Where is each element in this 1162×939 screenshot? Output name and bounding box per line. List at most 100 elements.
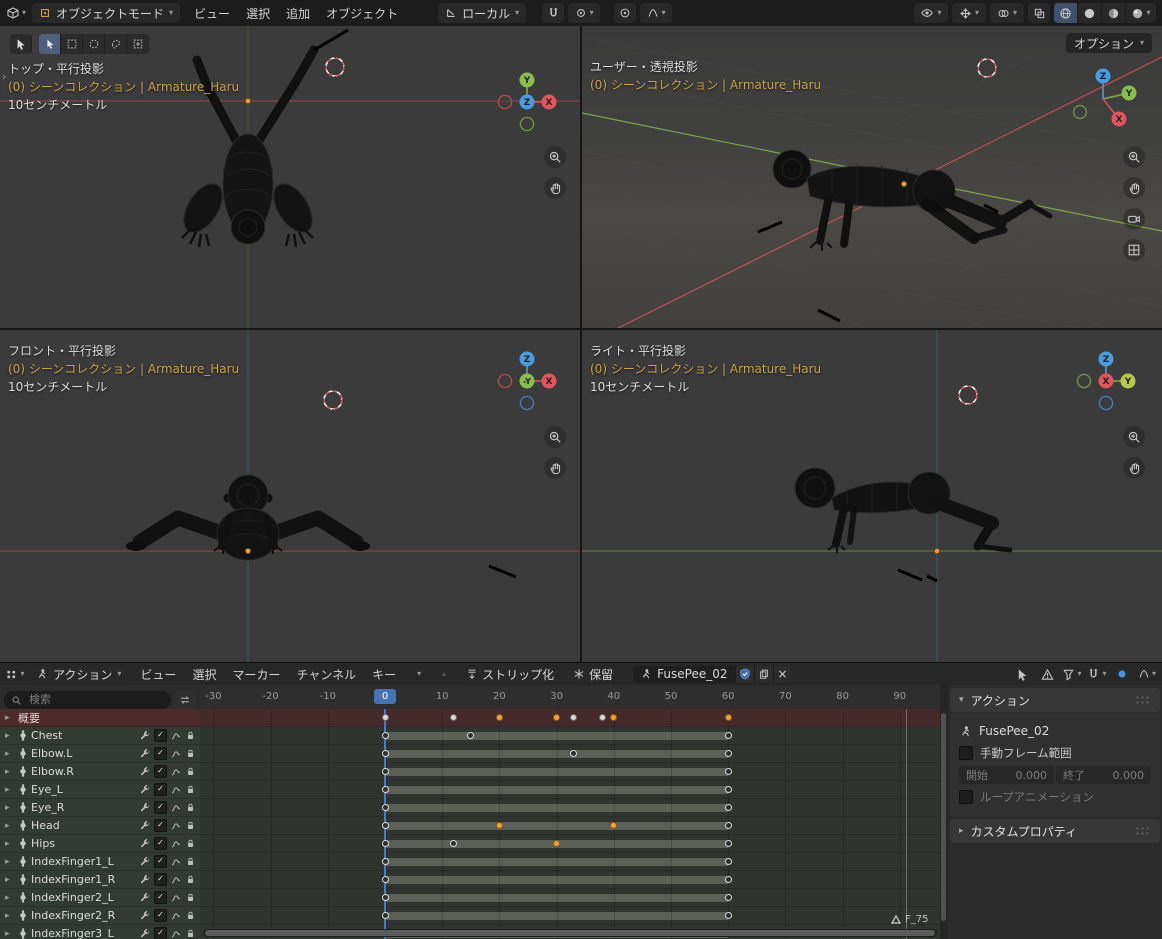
keyframe[interactable]: [725, 732, 732, 739]
lock-icon[interactable]: [185, 856, 196, 867]
dopesheet-menu-item[interactable]: チャンネル: [288, 664, 364, 684]
channel-list[interactable]: ▸概要▸Chest✓▸Elbow.L✓▸Elbow.R✓▸Eye_L✓▸Eye_…: [0, 709, 200, 939]
channel-row[interactable]: ▸Hips✓: [0, 835, 200, 853]
gizmos-dropdown[interactable]: ▾: [952, 3, 986, 23]
channel-enable-checkbox[interactable]: ✓: [154, 837, 167, 850]
channel-enable-checkbox[interactable]: ✓: [154, 729, 167, 742]
modifiers-wrench-icon[interactable]: [139, 910, 151, 922]
navigation-gizmo[interactable]: Z Y X: [1073, 63, 1139, 129]
show-errors-icon[interactable]: [1037, 666, 1057, 683]
channel-enable-checkbox[interactable]: ✓: [154, 747, 167, 760]
frame-end-field[interactable]: 終了 0.000: [1056, 766, 1151, 784]
pan-hand-icon[interactable]: [544, 457, 566, 479]
expand-icon[interactable]: ▸: [5, 785, 15, 795]
lock-icon[interactable]: [185, 892, 196, 903]
lock-icon[interactable]: [185, 910, 196, 921]
keyframe[interactable]: [599, 714, 606, 721]
panel-drag-grip[interactable]: [1135, 826, 1151, 836]
checkbox-icon[interactable]: [959, 790, 973, 804]
falloff-dropdown[interactable]: ▾: [640, 3, 672, 23]
expand-icon[interactable]: ▸: [5, 767, 15, 777]
modifiers-wrench-icon[interactable]: [139, 928, 151, 939]
editor-type-button[interactable]: ▾: [6, 3, 26, 23]
dopesheet-mode-dropdown[interactable]: アクション ▾: [30, 666, 127, 683]
select-box-icon[interactable]: [61, 34, 83, 54]
duplicate-action-icon[interactable]: [754, 666, 773, 683]
select-tweak-icon[interactable]: [39, 34, 61, 54]
manual-range-checkbox[interactable]: 手動フレーム範囲: [959, 742, 1151, 764]
channel-enable-checkbox[interactable]: ✓: [154, 819, 167, 832]
fcurve-graph-icon[interactable]: [170, 910, 182, 922]
lock-icon[interactable]: [185, 802, 196, 813]
viewport-right[interactable]: ライト・平行投影 (0) シーンコレクション | Armature_Haru 1…: [582, 330, 1162, 662]
keyframe[interactable]: [725, 858, 732, 865]
checkbox-icon[interactable]: [959, 746, 973, 760]
expand-icon[interactable]: ▸: [5, 929, 15, 939]
expand-icon[interactable]: ▸: [5, 857, 15, 867]
proportional-editing-icon[interactable]: [1112, 666, 1132, 683]
toolbar-expand-arrow[interactable]: ›: [2, 70, 6, 83]
keyframe[interactable]: [725, 786, 732, 793]
keyframe[interactable]: [382, 840, 389, 847]
snap-target-dropdown[interactable]: ▾: [568, 3, 600, 23]
options-dropdown[interactable]: オプション ▾: [1066, 33, 1152, 53]
filter-funnel-dropdown[interactable]: ▾: [1062, 666, 1082, 683]
expand-icon[interactable]: ▸: [5, 803, 15, 813]
dopesheet-menu-item[interactable]: キー: [364, 664, 404, 684]
unlink-action-icon[interactable]: ×: [773, 666, 792, 683]
visibility-dropdown[interactable]: ▾: [914, 3, 948, 23]
lock-icon[interactable]: [185, 838, 196, 849]
only-selected-icon[interactable]: [1012, 666, 1032, 683]
viewport-top[interactable]: トップ・平行投影 (0) シーンコレクション | Armature_Haru 1…: [0, 26, 580, 328]
shading-material-icon[interactable]: [1102, 3, 1126, 23]
channel-enable-checkbox[interactable]: ✓: [154, 891, 167, 904]
select-circle-icon[interactable]: [83, 34, 105, 54]
viewport-user[interactable]: オプション ▾ ユーザー・透視投影 (0) シーンコレクション | Armatu…: [582, 26, 1162, 328]
keyframe[interactable]: [382, 804, 389, 811]
keyframe[interactable]: [382, 858, 389, 865]
modifiers-wrench-icon[interactable]: [139, 784, 151, 796]
keyframe[interactable]: [553, 714, 560, 721]
custom-properties-header[interactable]: ▸ カスタムプロパティ: [950, 819, 1160, 843]
fcurve-graph-icon[interactable]: [170, 730, 182, 742]
channel-row[interactable]: ▸IndexFinger3_L✓: [0, 925, 200, 939]
xray-toggle[interactable]: [1028, 3, 1050, 23]
lock-icon[interactable]: [185, 928, 196, 939]
keyframe[interactable]: [725, 750, 732, 757]
action-panel-header[interactable]: ▾ アクション: [950, 688, 1160, 712]
keyframe[interactable]: [725, 894, 732, 901]
keyframe[interactable]: [610, 714, 617, 721]
fcurve-graph-icon[interactable]: [170, 856, 182, 868]
camera-view-icon[interactable]: [1123, 208, 1145, 230]
expand-icon[interactable]: ▸: [5, 893, 15, 903]
expand-icon[interactable]: ▸: [5, 749, 15, 759]
pan-hand-icon[interactable]: [544, 177, 566, 199]
snap-dropdown[interactable]: ▾: [1087, 666, 1107, 683]
vertical-scrollbar[interactable]: [941, 713, 946, 921]
channel-row[interactable]: ▸Eye_R✓: [0, 799, 200, 817]
keyframe[interactable]: [725, 768, 732, 775]
transform-orientation-dropdown[interactable]: ローカル ▾: [438, 3, 526, 23]
keyframe[interactable]: [382, 732, 389, 739]
channel-row[interactable]: ▸Elbow.R✓: [0, 763, 200, 781]
keyframe[interactable]: [450, 714, 457, 721]
channel-row[interactable]: ▸IndexFinger2_R✓: [0, 907, 200, 925]
lock-icon[interactable]: [185, 730, 196, 741]
action-datablock-row[interactable]: FusePee_02: [959, 720, 1151, 742]
ortho-toggle-icon[interactable]: [1123, 239, 1145, 261]
snap-magnet-icon[interactable]: [542, 3, 564, 23]
modifiers-wrench-icon[interactable]: [139, 838, 151, 850]
proportional-editing-icon[interactable]: [614, 3, 636, 23]
topbar-menu-item[interactable]: ビュー: [186, 3, 238, 23]
frame-start-field[interactable]: 開始 0.000: [959, 766, 1054, 784]
select-lasso-icon[interactable]: [105, 34, 127, 54]
zoom-icon[interactable]: [544, 426, 566, 448]
fcurve-graph-icon[interactable]: [170, 784, 182, 796]
timeline-canvas[interactable]: [200, 709, 940, 939]
shading-wireframe-icon[interactable]: [1054, 3, 1078, 23]
channel-row[interactable]: ▸Head✓: [0, 817, 200, 835]
fcurve-graph-icon[interactable]: [170, 928, 182, 939]
lock-icon[interactable]: [185, 820, 196, 831]
current-frame-indicator[interactable]: 0: [374, 689, 396, 704]
modifiers-wrench-icon[interactable]: [139, 820, 151, 832]
